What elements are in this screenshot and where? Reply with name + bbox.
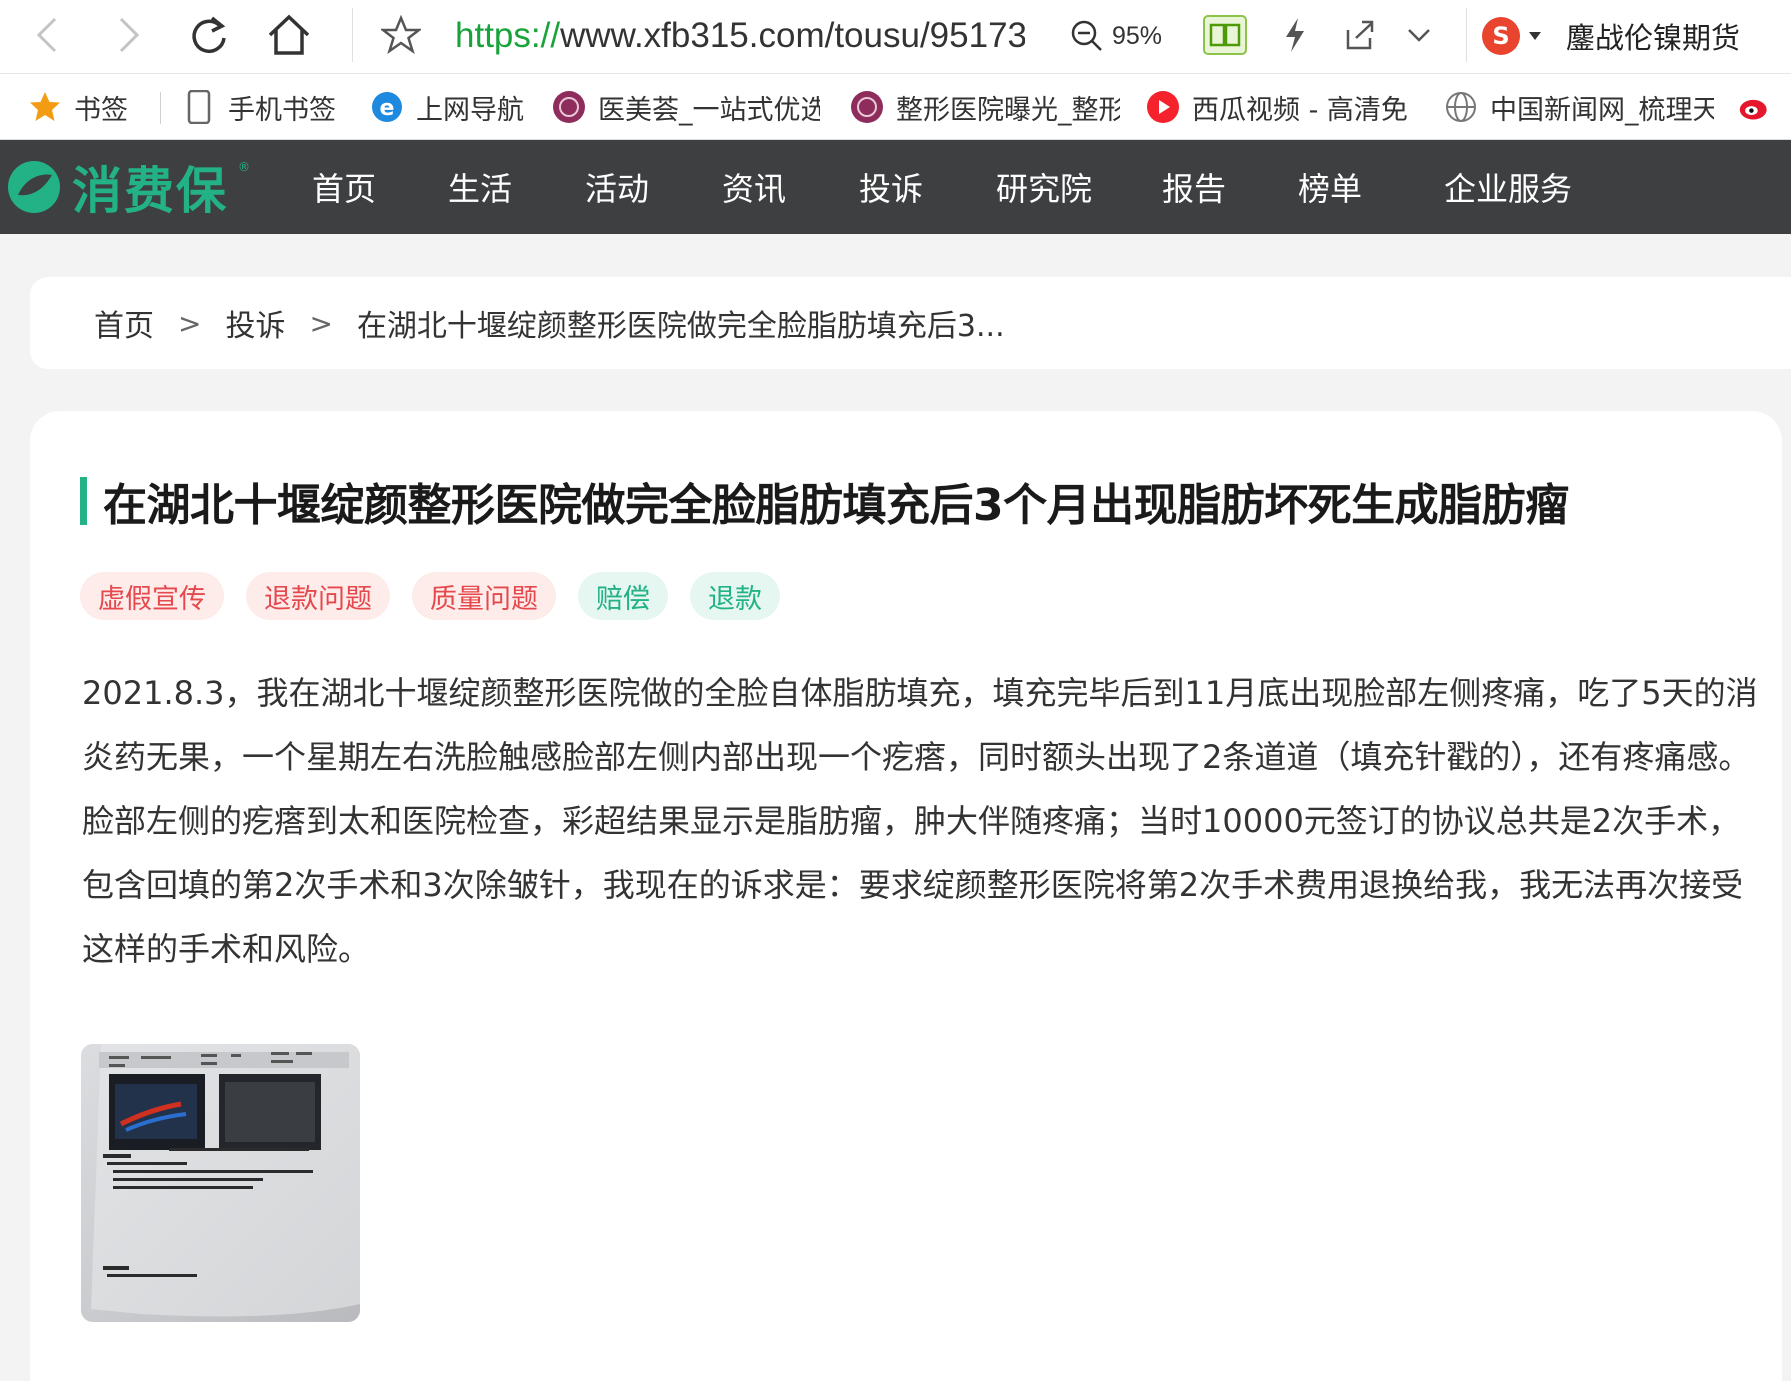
caret-down-icon — [1529, 32, 1541, 40]
article-title: 在湖北十堰绽颜整形医院做完全脸脂肪填充后3个月出现脂肪坏死生成脂肪瘤 — [103, 480, 1569, 531]
sogou-logo-icon: S — [1482, 17, 1520, 55]
bookmark-item-bookmarks[interactable]: 书签 — [28, 74, 153, 139]
breadcrumb-complaints[interactable]: 投诉 — [225, 301, 285, 345]
xigua-icon — [1146, 90, 1180, 124]
ie-icon: e — [370, 90, 404, 124]
bookmark-label: 上网导航 — [416, 94, 524, 126]
logo-text: 消费保 — [72, 162, 228, 220]
chevron-down-icon — [1408, 29, 1430, 42]
ultrasound-report-image — [81, 1044, 360, 1322]
tag-compensation[interactable]: 赔偿 — [578, 572, 668, 620]
nav-activity[interactable]: 活动 — [585, 140, 649, 234]
star-icon — [28, 90, 62, 124]
address-bar[interactable]: https://www.xfb315.com/tousu/95173 — [455, 10, 1025, 62]
share-button[interactable] — [1334, 10, 1384, 60]
tag-false-advertising[interactable]: 虚假宣传 — [80, 572, 224, 620]
share-icon — [1346, 20, 1374, 50]
bookmark-item-xigua[interactable]: 西瓜视频 - 高清免 — [1146, 74, 1414, 139]
bookmark-item-navigation[interactable]: e 上网导航 — [370, 74, 530, 139]
nav-life[interactable]: 生活 — [448, 140, 512, 234]
logo-leaf-icon — [8, 161, 60, 213]
bookmark-item-plastic-surgery[interactable]: 整形医院曝光_整形 — [850, 74, 1120, 139]
bookmark-label: 医美荟_一站式优选 — [598, 94, 820, 126]
lightning-icon — [1286, 18, 1304, 52]
bookmark-label: 手机书签 — [228, 94, 336, 126]
star-outline-icon — [381, 15, 421, 55]
zoom-level: 95% — [1112, 21, 1163, 50]
back-button[interactable] — [22, 10, 72, 60]
forward-icon — [119, 17, 140, 53]
svg-text:e: e — [380, 96, 395, 121]
phone-icon — [182, 90, 216, 124]
svg-text:S: S — [1492, 22, 1509, 50]
tag-refund[interactable]: 退款 — [690, 572, 780, 620]
yimeihui-icon — [552, 90, 586, 124]
tag-refund-issue[interactable]: 退款问题 — [246, 572, 390, 620]
nav-home[interactable]: 首页 — [312, 140, 376, 234]
chevron-right-icon: > — [309, 306, 333, 340]
nav-enterprise[interactable]: 企业服务 — [1444, 140, 1572, 234]
bookmark-label: 西瓜视频 - 高清免 — [1192, 94, 1408, 126]
site-header: 消费保 ® 首页 生活 活动 资讯 投诉 研究院 报告 榜单 企业服务 — [0, 140, 1791, 234]
registered-mark: ® — [238, 160, 250, 174]
accelerate-button[interactable] — [1270, 10, 1320, 60]
nav-news[interactable]: 资讯 — [722, 140, 786, 234]
title-accent-bar — [80, 477, 87, 525]
reload-button[interactable] — [184, 10, 234, 60]
profile-button[interactable]: S 鏖战伦镍期货 — [1480, 10, 1740, 62]
reader-book-icon — [1203, 15, 1247, 55]
toolbar-divider — [352, 8, 353, 62]
bookmark-item-weibo[interactable] — [1738, 74, 1791, 139]
nav-complaints[interactable]: 投诉 — [859, 140, 923, 234]
more-dropdown-button[interactable] — [1394, 10, 1444, 60]
tag-quality-issue[interactable]: 质量问题 — [412, 572, 556, 620]
bookmark-item-mobile[interactable]: 手机书签 — [182, 74, 352, 139]
zoom-control[interactable]: 95% — [1070, 10, 1162, 62]
bookmark-item-yimeihui[interactable]: 医美荟_一站式优选 — [552, 74, 820, 139]
site-logo[interactable]: 消费保 ® — [6, 154, 250, 220]
weibo-icon — [1738, 90, 1772, 124]
article-title-row: 在湖北十堰绽颜整形医院做完全脸脂肪填充后3个月出现脂肪坏死生成脂肪瘤 — [80, 473, 1569, 531]
breadcrumb-current: 在湖北十堰绽颜整形医院做完全脸脂肪填充后3... — [356, 309, 1005, 344]
forward-button[interactable] — [104, 10, 154, 60]
bookmark-separator — [160, 92, 161, 124]
url-host-path: www.xfb315.com/tousu/95173 — [560, 16, 1025, 55]
complaint-body: 2021.8.3，我在湖北十堰绽颜整形医院做的全脸自体脂肪填充，填充完毕后到11… — [82, 674, 1758, 968]
complaint-tags: 虚假宣传 退款问题 质量问题 赔偿 退款 — [80, 572, 780, 620]
reader-mode-button[interactable] — [1200, 10, 1250, 60]
nav-rankings[interactable]: 榜单 — [1298, 140, 1362, 234]
home-button[interactable] — [264, 10, 314, 60]
bookmarks-bar: 书签 手机书签 e 上网导航 医美荟_一站式优选 整形医院曝光_整形 西瓜视频 … — [0, 74, 1791, 140]
complaint-article: 在湖北十堰绽颜整形医院做完全脸脂肪填充后3个月出现脂肪坏死生成脂肪瘤 虚假宣传 … — [30, 411, 1782, 1381]
breadcrumb-home[interactable]: 首页 — [94, 301, 154, 345]
browser-toolbar: https://www.xfb315.com/tousu/95173 95% S… — [0, 0, 1791, 74]
toolbar-divider-2 — [1466, 8, 1467, 62]
chevron-right-icon: > — [178, 306, 202, 340]
url-text: https://www.xfb315.com/tousu/95173 — [455, 16, 1025, 56]
bookmark-label: 书签 — [74, 94, 128, 126]
zoom-out-icon — [1071, 20, 1102, 51]
url-protocol: https:// — [455, 16, 561, 55]
bookmark-label: 整形医院曝光_整形 — [896, 94, 1120, 126]
nav-reports[interactable]: 报告 — [1162, 140, 1226, 234]
breadcrumb: 首页 > 投诉 > 在湖北十堰绽颜整形医院做完全脸脂肪填充后3... — [30, 277, 1791, 369]
back-icon — [36, 17, 57, 53]
bookmark-label: 中国新闻网_梳理天 — [1490, 94, 1714, 126]
profile-name: 鏖战伦镍期货 — [1566, 21, 1741, 55]
globe-icon — [1444, 90, 1478, 124]
yimeihui-icon — [850, 90, 884, 124]
bookmark-star-button[interactable] — [376, 10, 426, 60]
home-icon — [268, 14, 310, 55]
nav-institute[interactable]: 研究院 — [996, 140, 1092, 234]
bookmark-item-chinanews[interactable]: 中国新闻网_梳理天 — [1444, 74, 1714, 139]
reload-icon — [192, 16, 226, 54]
ultrasound-report-photo[interactable] — [81, 1044, 360, 1322]
